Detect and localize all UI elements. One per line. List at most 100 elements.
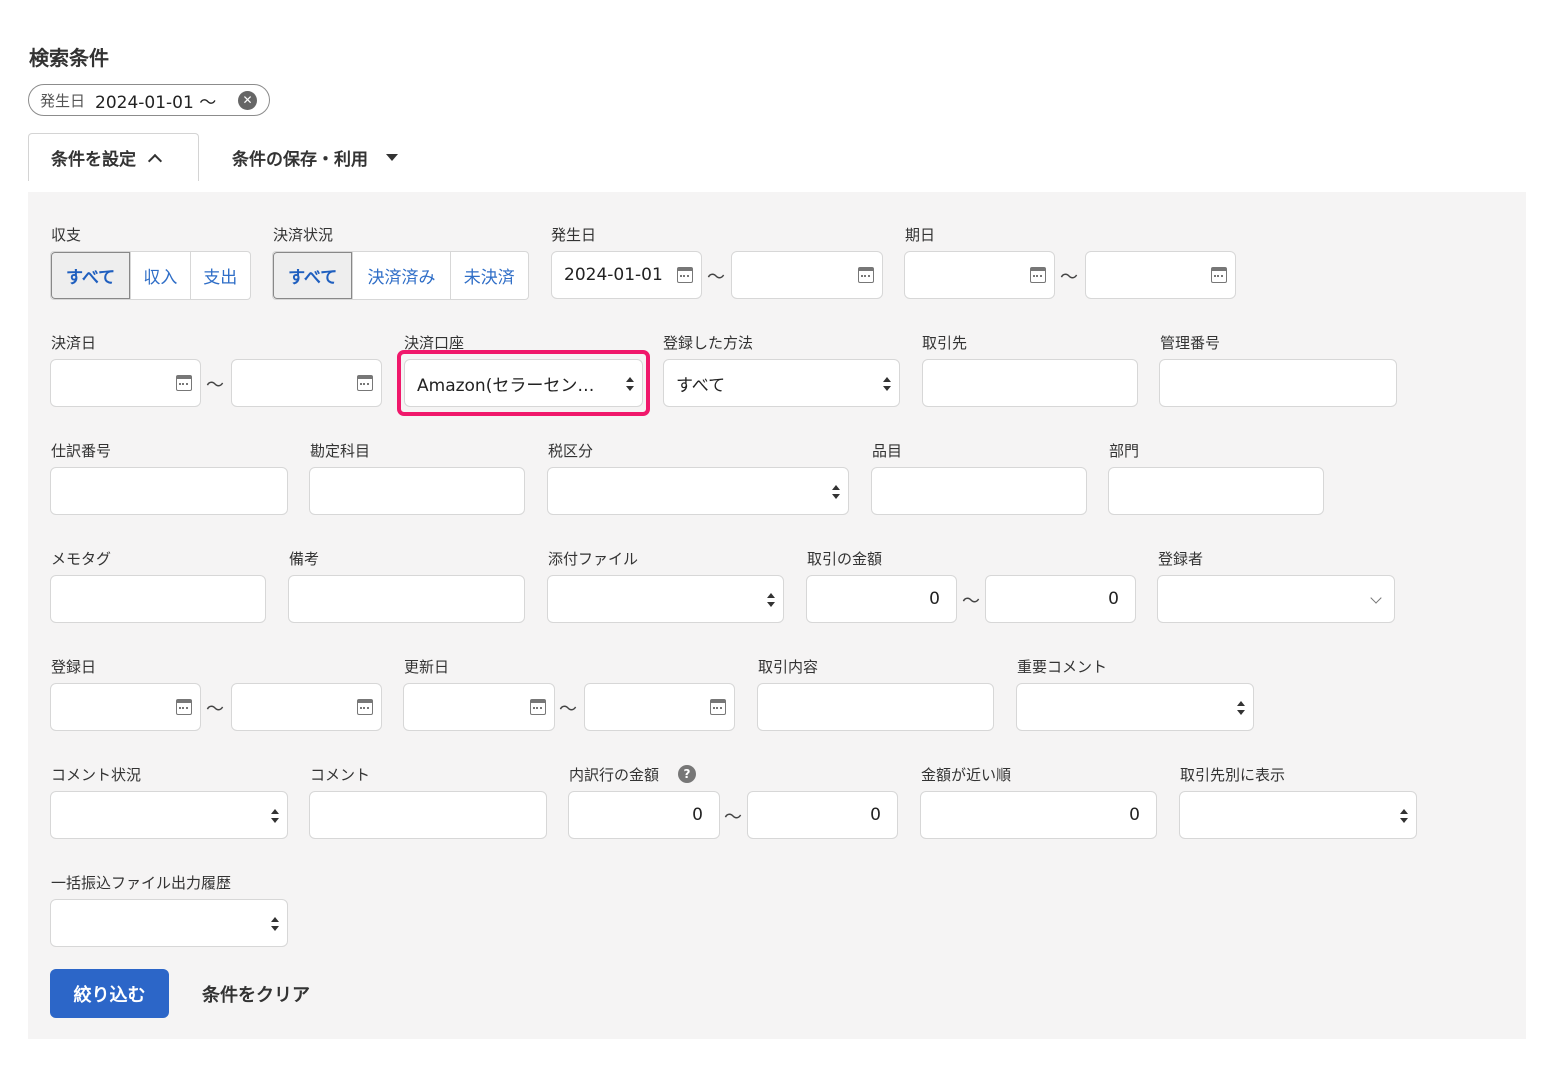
save-conditions-menu[interactable]: 条件の保存・利用 bbox=[232, 133, 398, 181]
attachment-label: 添付ファイル bbox=[548, 550, 639, 568]
amount-label: 取引の金額 bbox=[807, 550, 883, 568]
dept-label: 部門 bbox=[1109, 442, 1140, 460]
status-option-unsettled[interactable]: 未決済 bbox=[449, 252, 528, 299]
bulk-history-label: 一括振込ファイル出力履歴 bbox=[51, 874, 232, 892]
method-select[interactable]: すべて bbox=[663, 359, 900, 407]
select-arrows-icon bbox=[1400, 809, 1408, 823]
line-amount-to-input[interactable]: 0 bbox=[747, 791, 898, 839]
by-partner-select[interactable] bbox=[1179, 791, 1417, 839]
status-option-settled[interactable]: 決済済み bbox=[352, 252, 449, 299]
item-input[interactable] bbox=[871, 467, 1087, 515]
select-arrows-icon bbox=[1237, 701, 1245, 715]
help-icon[interactable]: ? bbox=[678, 765, 696, 783]
issue-date-to-input[interactable] bbox=[731, 251, 883, 299]
due-date-from-input[interactable] bbox=[904, 251, 1055, 299]
income-option-income[interactable]: 収入 bbox=[130, 252, 189, 299]
set-conditions-label: 条件を設定 bbox=[51, 150, 136, 170]
select-arrows-icon bbox=[832, 485, 840, 499]
line-amount-from-input[interactable]: 0 bbox=[568, 791, 720, 839]
issue-date-label: 発生日 bbox=[551, 226, 597, 244]
reg-date-from-input[interactable] bbox=[50, 683, 201, 731]
calendar-icon[interactable] bbox=[1030, 267, 1046, 283]
apply-filter-button[interactable]: 絞り込む bbox=[50, 969, 169, 1018]
dept-input[interactable] bbox=[1108, 467, 1324, 515]
item-label: 品目 bbox=[872, 442, 903, 460]
memo-tag-input[interactable] bbox=[50, 575, 266, 623]
set-conditions-toggle[interactable]: 条件を設定 bbox=[28, 133, 199, 181]
page-title: 検索条件 bbox=[29, 46, 109, 70]
account-highlight-frame bbox=[397, 350, 650, 416]
calendar-icon[interactable] bbox=[357, 699, 373, 715]
calendar-icon[interactable] bbox=[677, 267, 693, 283]
income-option-all[interactable]: すべて bbox=[51, 252, 131, 299]
registrant-label: 登録者 bbox=[1158, 550, 1204, 568]
calendar-icon[interactable] bbox=[1211, 267, 1227, 283]
status-option-all[interactable]: すべて bbox=[273, 252, 353, 299]
content-input[interactable] bbox=[757, 683, 994, 731]
note-input[interactable] bbox=[288, 575, 525, 623]
upd-date-from-input[interactable] bbox=[403, 683, 555, 731]
tax-select[interactable] bbox=[547, 467, 849, 515]
comment-label: コメント bbox=[310, 766, 371, 784]
status-segment: すべて 決済済み 未決済 bbox=[272, 251, 529, 300]
near-amount-label: 金額が近い順 bbox=[921, 766, 1012, 784]
mgmt-no-label: 管理番号 bbox=[1160, 334, 1221, 352]
issue-date-from-input[interactable]: 2024-01-01 bbox=[551, 251, 702, 299]
due-date-to-input[interactable] bbox=[1085, 251, 1236, 299]
calendar-icon[interactable] bbox=[357, 375, 373, 391]
upd-date-label: 更新日 bbox=[404, 658, 450, 676]
settle-date-label: 決済日 bbox=[51, 334, 97, 352]
important-label: 重要コメント bbox=[1017, 658, 1108, 676]
bulk-history-select[interactable] bbox=[50, 899, 288, 947]
reg-date-label: 登録日 bbox=[51, 658, 97, 676]
amount-to-input[interactable]: 0 bbox=[985, 575, 1136, 623]
method-label: 登録した方法 bbox=[663, 334, 754, 352]
note-label: 備考 bbox=[289, 550, 320, 568]
range-separator: ～ bbox=[707, 267, 725, 288]
save-conditions-label: 条件の保存・利用 bbox=[232, 149, 368, 170]
journal-no-label: 仕訳番号 bbox=[51, 442, 112, 460]
settle-date-from-input[interactable] bbox=[50, 359, 201, 407]
income-label: 収支 bbox=[51, 226, 82, 244]
mgmt-no-input[interactable] bbox=[1159, 359, 1397, 407]
account-item-input[interactable] bbox=[309, 467, 525, 515]
range-separator: ～ bbox=[206, 375, 224, 396]
calendar-icon[interactable] bbox=[710, 699, 726, 715]
journal-no-input[interactable] bbox=[50, 467, 288, 515]
upd-date-to-input[interactable] bbox=[584, 683, 735, 731]
select-arrows-icon bbox=[271, 809, 279, 823]
due-date-label: 期日 bbox=[905, 226, 936, 244]
income-segment: すべて 収入 支出 bbox=[50, 251, 251, 300]
amount-from-input[interactable]: 0 bbox=[806, 575, 957, 623]
near-amount-input[interactable]: 0 bbox=[920, 791, 1157, 839]
status-label: 決済状況 bbox=[273, 226, 334, 244]
partner-input[interactable] bbox=[922, 359, 1138, 407]
calendar-icon[interactable] bbox=[176, 699, 192, 715]
comment-status-select[interactable] bbox=[50, 791, 288, 839]
issue-date-from-value: 2024-01-01 bbox=[564, 265, 663, 285]
range-separator: ～ bbox=[724, 807, 742, 828]
partner-label: 取引先 bbox=[922, 334, 968, 352]
range-separator: ～ bbox=[559, 699, 577, 720]
chip-value: 2024-01-01 ～ bbox=[95, 92, 217, 113]
comment-input[interactable] bbox=[309, 791, 547, 839]
registrant-select[interactable] bbox=[1157, 575, 1395, 623]
calendar-icon[interactable] bbox=[858, 267, 874, 283]
close-circle-icon[interactable]: ✕ bbox=[238, 91, 257, 110]
range-separator: ～ bbox=[206, 699, 224, 720]
clear-conditions-button[interactable]: 条件をクリア bbox=[202, 969, 310, 1018]
settle-date-to-input[interactable] bbox=[231, 359, 382, 407]
calendar-icon[interactable] bbox=[530, 699, 546, 715]
range-separator: ～ bbox=[1060, 267, 1078, 288]
chip-key: 発生日 bbox=[40, 91, 86, 110]
calendar-icon[interactable] bbox=[176, 375, 192, 391]
range-separator: ～ bbox=[962, 591, 980, 612]
tax-label: 税区分 bbox=[548, 442, 594, 460]
income-option-expense[interactable]: 支出 bbox=[189, 252, 250, 299]
important-select[interactable] bbox=[1016, 683, 1254, 731]
reg-date-to-input[interactable] bbox=[231, 683, 382, 731]
select-arrows-icon bbox=[883, 377, 891, 391]
select-arrows-icon bbox=[767, 593, 775, 607]
attachment-select[interactable] bbox=[547, 575, 784, 623]
comment-status-label: コメント状況 bbox=[51, 766, 142, 784]
